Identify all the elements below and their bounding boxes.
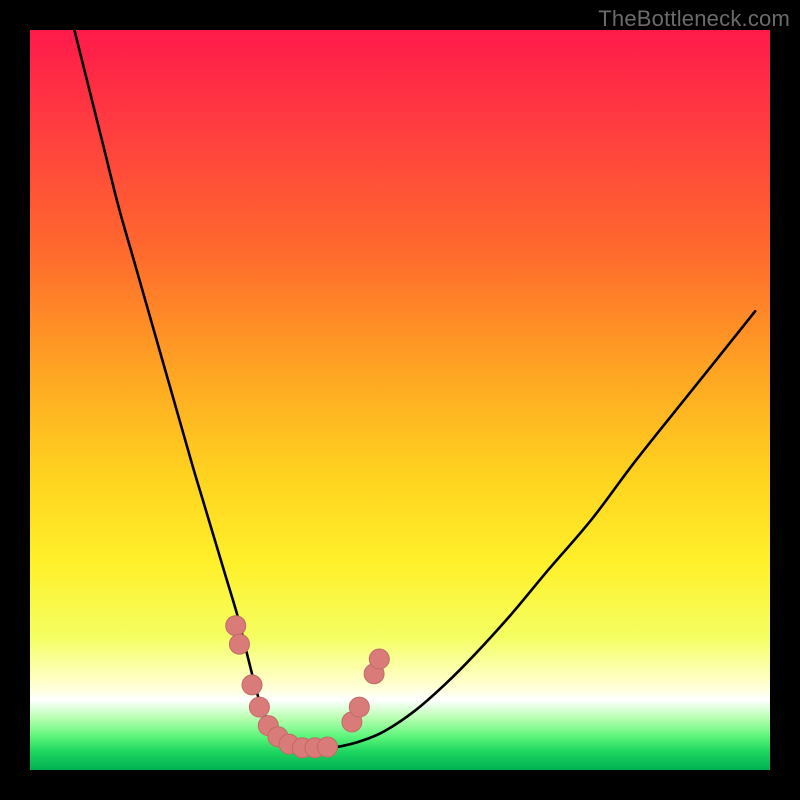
data-marker: [349, 697, 369, 717]
data-marker: [369, 649, 389, 669]
bottleneck-curve: [74, 30, 755, 748]
curve-layer: [30, 30, 770, 770]
data-marker: [317, 737, 337, 757]
data-marker: [249, 697, 269, 717]
watermark-text: TheBottleneck.com: [598, 6, 790, 32]
plot-area: [30, 30, 770, 770]
data-marker: [226, 616, 246, 636]
chart-frame: TheBottleneck.com: [0, 0, 800, 800]
data-marker: [229, 634, 249, 654]
marker-group: [226, 616, 390, 758]
data-marker: [242, 675, 262, 695]
